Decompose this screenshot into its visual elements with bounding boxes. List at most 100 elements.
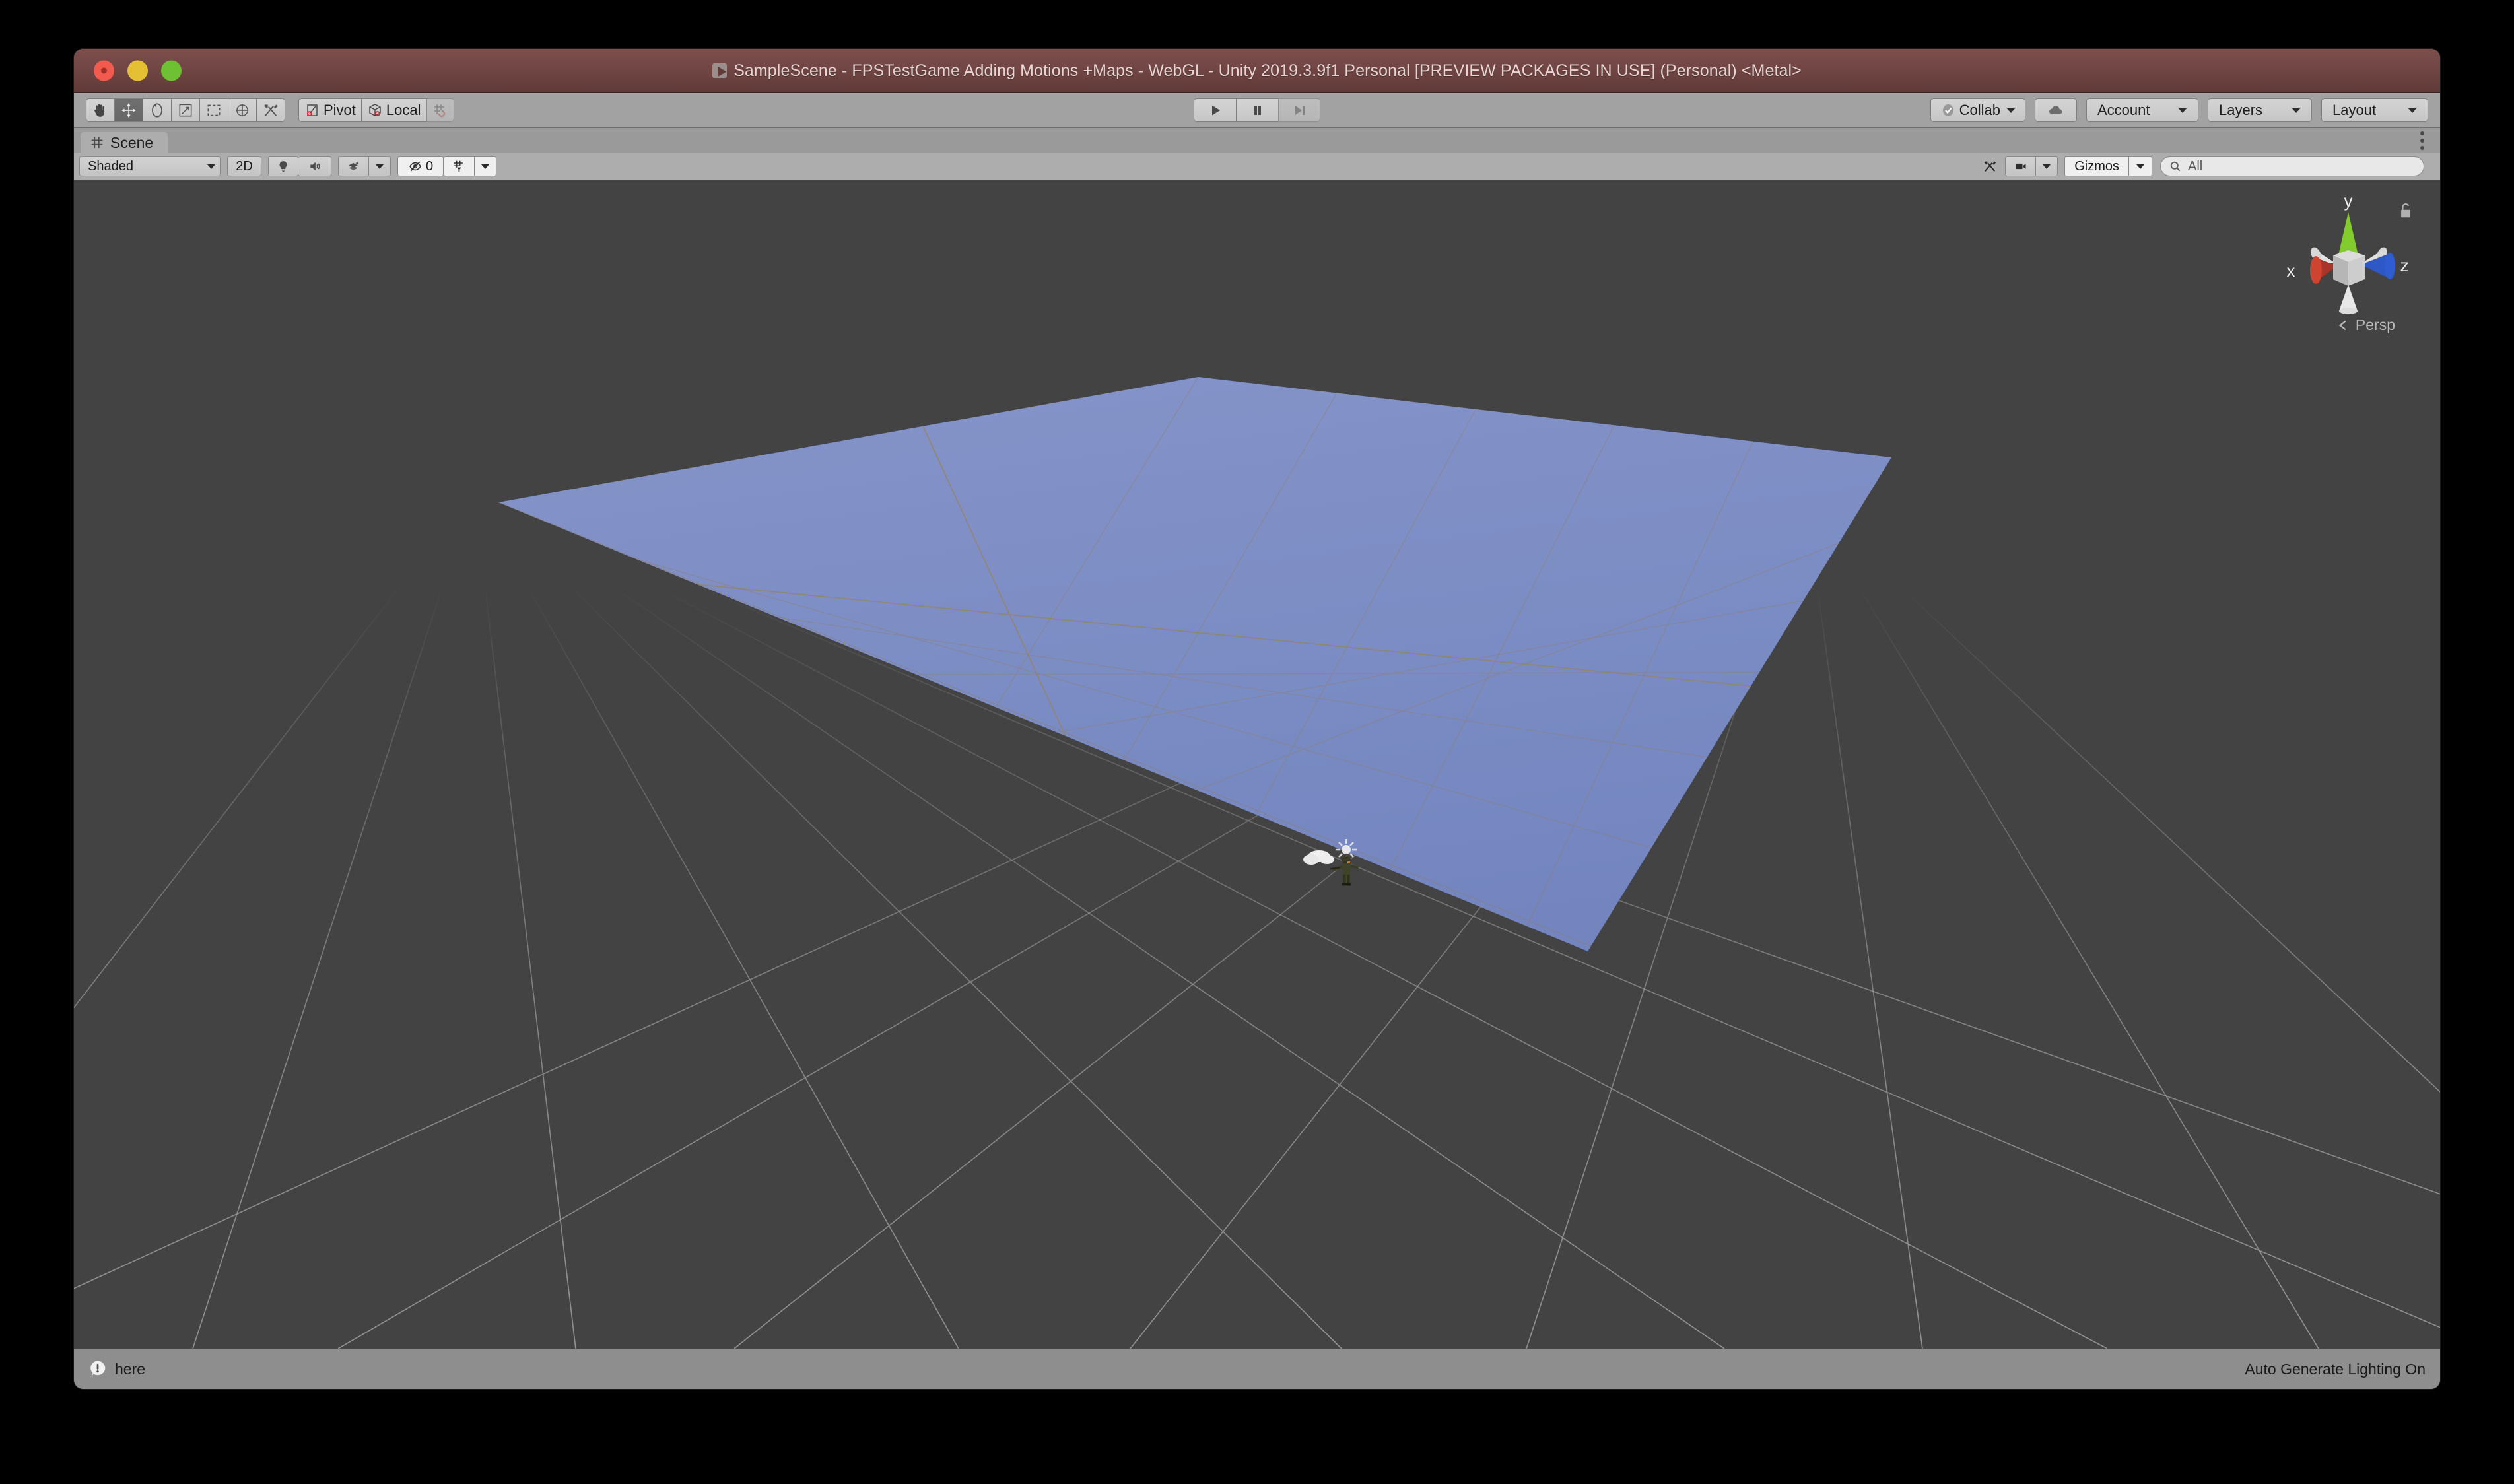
account-dropdown[interactable]: Account: [2086, 98, 2198, 122]
gizmos-dropdown[interactable]: [2128, 156, 2152, 176]
scene-lighting-toggle[interactable]: [268, 156, 298, 176]
window-title-text: SampleScene - FPSTestGame Adding Motions…: [733, 61, 1802, 80]
right-toolbar-group: Collab Account Layers Layout: [1930, 98, 2428, 122]
wrench-hammer-icon: [264, 104, 278, 119]
move-tool-button[interactable]: [114, 98, 143, 122]
scene-viewport[interactable]: y x z Persp: [74, 180, 2440, 1349]
unity-editor-window: SampleScene - FPSTestGame Adding Motions…: [74, 49, 2440, 1389]
collab-button[interactable]: Collab: [1930, 98, 2025, 122]
unity-logo-icon: [712, 63, 728, 78]
pivot-toggle-button[interactable]: Pivot: [298, 98, 361, 122]
chevron-down-icon: [481, 164, 489, 169]
gizmo-lock-button[interactable]: [2396, 201, 2415, 224]
tab-scene-label: Scene: [110, 133, 154, 151]
collab-check-icon: [1942, 104, 1953, 116]
scene-fx-dropdown[interactable]: [368, 156, 391, 176]
toggle-2d-button[interactable]: 2D: [227, 156, 261, 176]
maximize-button[interactable]: [161, 60, 182, 81]
lighting-status[interactable]: Auto Generate Lighting On: [2245, 1361, 2426, 1378]
grid-y-icon: [452, 160, 466, 173]
grid-snapping-button[interactable]: [426, 98, 454, 122]
play-button[interactable]: [1194, 98, 1236, 122]
speaker-icon: [310, 162, 322, 171]
cloud-icon: [2049, 106, 2062, 115]
scene-search-placeholder: All: [2188, 158, 2203, 174]
projection-mode-text: Persp: [2355, 316, 2395, 333]
layout-label: Layout: [2332, 102, 2377, 118]
gizmos-label: Gizmos: [2074, 158, 2119, 174]
window-title: SampleScene - FPSTestGame Adding Motions…: [74, 61, 2440, 81]
scene-tools-button[interactable]: [1975, 156, 2006, 176]
gizmo-z-label: z: [2400, 255, 2409, 275]
scene-objects: [498, 377, 1891, 951]
pause-button[interactable]: [1236, 98, 1278, 122]
scene-camera-dropdown[interactable]: [2035, 156, 2058, 176]
scene-grid-dropdown[interactable]: [474, 156, 496, 176]
window-title-bar: SampleScene - FPSTestGame Adding Motions…: [74, 49, 2440, 93]
gizmos-toggle[interactable]: Gizmos: [2064, 156, 2128, 176]
draw-mode-label: Shaded: [88, 158, 133, 174]
handle-space-button[interactable]: Local: [360, 98, 426, 122]
chevron-down-icon: [207, 164, 215, 169]
gizmo-axis-neg-y: [2339, 285, 2358, 314]
step-button[interactable]: [1278, 98, 1320, 122]
chevron-down-icon: [2408, 108, 2417, 113]
custom-editor-tool-button[interactable]: [256, 98, 285, 122]
wrench-hammer-icon: [1984, 161, 1996, 174]
panel-tab-bar: Scene: [74, 128, 2440, 153]
cube-icon: [367, 102, 383, 118]
scale-tool-button[interactable]: [171, 98, 199, 122]
chevron-down-icon: [2043, 164, 2051, 169]
panel-options-menu[interactable]: [2414, 131, 2431, 151]
scene-audio-toggle[interactable]: [298, 156, 331, 176]
lock-icon: [2401, 203, 2410, 218]
camera-icon: [2016, 163, 2026, 170]
warning-bubble-icon: [90, 1361, 106, 1378]
scene-orientation-gizmo[interactable]: y x z Persp: [2272, 186, 2424, 337]
projection-mode-label[interactable]: Persp: [2336, 316, 2395, 334]
gizmo-axis-y: y: [2338, 191, 2359, 258]
rotate-icon: [152, 103, 162, 118]
hidden-objects-count: 0: [425, 158, 434, 174]
scene-grid-toggle[interactable]: [444, 156, 474, 176]
gizmo-x-label: x: [2287, 261, 2295, 281]
gizmo-y-label: y: [2344, 191, 2353, 211]
close-button[interactable]: [94, 60, 114, 81]
chevron-down-icon: [2178, 108, 2187, 113]
minimize-button[interactable]: [127, 60, 148, 81]
scale-icon: [177, 102, 194, 119]
pause-icon: [1254, 106, 1261, 115]
scene-search-field[interactable]: All: [2160, 156, 2424, 176]
scene-grid-icon: [90, 135, 104, 150]
transform-icon: [234, 102, 251, 119]
cloud-button[interactable]: [2035, 98, 2077, 122]
tab-scene[interactable]: Scene: [81, 132, 168, 153]
scene-fx-toggle[interactable]: [338, 156, 368, 176]
kebab-dot: [2420, 139, 2424, 143]
handle-space-label: Local: [386, 102, 421, 118]
grid-snap-icon: [432, 102, 448, 118]
kebab-dot: [2420, 146, 2424, 150]
rotate-tool-button[interactable]: [143, 98, 171, 122]
status-message-group[interactable]: here: [88, 1360, 145, 1378]
scene-camera-button[interactable]: [2005, 156, 2036, 176]
search-icon: [2169, 160, 2182, 173]
account-label: Account: [2097, 102, 2150, 118]
draw-mode-dropdown[interactable]: Shaded: [79, 156, 221, 176]
hidden-objects-toggle[interactable]: 0: [397, 156, 444, 176]
rect-tool-button[interactable]: [199, 98, 228, 122]
gizmo-axis-z: z: [2361, 253, 2409, 279]
layers-label: Layers: [2219, 102, 2263, 118]
layout-dropdown[interactable]: Layout: [2321, 98, 2428, 122]
fps-character: [1330, 856, 1359, 886]
kebab-dot: [2420, 131, 2424, 135]
layers-dropdown[interactable]: Layers: [2208, 98, 2312, 122]
chevron-down-icon: [2136, 164, 2144, 169]
traffic-light-group: [94, 60, 182, 81]
move-icon: [121, 103, 136, 118]
transform-tool-button[interactable]: [228, 98, 256, 122]
pivot-icon: [304, 102, 320, 118]
hand-tool-button[interactable]: [86, 98, 114, 122]
status-bar: here Auto Generate Lighting On: [74, 1349, 2440, 1389]
chevron-down-icon: [376, 164, 384, 169]
